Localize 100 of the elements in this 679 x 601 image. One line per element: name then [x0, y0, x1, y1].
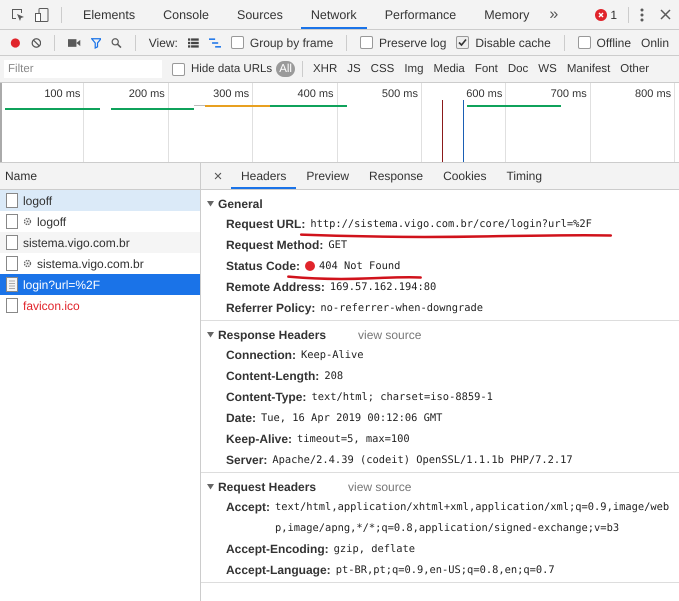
timeline-tick-label: 800 ms: [635, 88, 672, 100]
panel-tab[interactable]: Sources: [226, 0, 293, 29]
type-filter-button[interactable]: XHR: [310, 61, 340, 77]
filter-icon[interactable]: [90, 36, 102, 50]
details-tab[interactable]: Timing: [496, 163, 552, 189]
header-name: Referrer Policy:: [226, 300, 316, 317]
header-name: Content-Type:: [226, 389, 306, 406]
header-value: Keep-Alive: [301, 348, 364, 363]
details-tab[interactable]: Preview: [296, 163, 360, 189]
waterfall-view-icon[interactable]: [208, 36, 221, 48]
header-value: GET: [328, 238, 348, 253]
checkbox-label: Preserve log: [379, 36, 446, 50]
request-row[interactable]: sistema.vigo.com.br: [0, 232, 200, 253]
type-filter-button[interactable]: Media: [430, 61, 468, 77]
type-filter-button[interactable]: Manifest: [564, 61, 614, 77]
type-filter-button[interactable]: Img: [401, 61, 426, 77]
type-filter-button[interactable]: Other: [617, 61, 652, 77]
name-column-header[interactable]: Name: [0, 163, 200, 190]
header-name: Date:: [226, 410, 256, 427]
document-icon: [6, 235, 18, 250]
status-dot-icon: [305, 261, 316, 271]
type-filter-button[interactable]: WS: [535, 61, 560, 77]
section-title[interactable]: Request Headers: [218, 480, 316, 494]
timeline-tick-label: 400 ms: [297, 88, 334, 100]
header-name: Remote Address:: [226, 279, 325, 296]
checkbox[interactable]: [578, 36, 591, 49]
expand-triangle-icon[interactable]: [207, 331, 214, 338]
header-name: Request URL:: [226, 216, 306, 233]
header-name: Request Method:: [226, 237, 324, 254]
record-icon[interactable]: [10, 36, 21, 50]
header-value: no-referrer-when-downgrade: [320, 301, 484, 316]
details-tab[interactable]: Cookies: [433, 163, 496, 189]
checkbox[interactable]: [230, 36, 244, 49]
header-value: gzip, deflate: [334, 542, 415, 557]
request-row[interactable]: login?url=%2F: [0, 274, 200, 295]
view-source-link[interactable]: view source: [348, 480, 412, 494]
timeline-tick-label: 700 ms: [550, 88, 587, 100]
request-name: sistema.vigo.com.br: [37, 256, 144, 270]
expand-triangle-icon[interactable]: [207, 483, 214, 490]
header-name: Content-Length:: [226, 368, 320, 385]
request-name: login?url=%2F: [23, 278, 100, 292]
checkbox-label: Group by frame: [250, 36, 334, 50]
close-details-button[interactable]: ×: [209, 168, 227, 184]
expand-triangle-icon[interactable]: [207, 200, 214, 207]
request-name: favicon.ico: [23, 298, 80, 312]
view-label: View:: [148, 36, 178, 50]
section-title[interactable]: General: [218, 196, 263, 210]
checkbox-label: Offline: [596, 36, 631, 50]
header-value: 169.57.162.194:80: [330, 280, 436, 295]
close-icon[interactable]: [660, 9, 671, 20]
timeline-tick-label: 500 ms: [382, 88, 418, 100]
throttling-dropdown[interactable]: Onlin: [641, 36, 670, 50]
checkbox[interactable]: [172, 62, 185, 76]
timeline-tick-label: 300 ms: [213, 88, 250, 100]
type-filter-button[interactable]: Doc: [504, 61, 532, 77]
document-icon: [6, 214, 18, 229]
more-tabs-button[interactable]: »: [547, 6, 560, 24]
view-source-link[interactable]: view source: [358, 328, 422, 342]
section-title[interactable]: Response Headers: [218, 328, 326, 342]
more-options-icon[interactable]: [640, 8, 644, 22]
details-tab[interactable]: Headers: [231, 163, 296, 189]
header-value: http://sistema.vigo.com.br/core/login?url=%2F: [310, 218, 592, 231]
header-value: Apache/2.4.39 (codeit) OpenSSL/1.1.1b PHP/7.2.17: [272, 453, 573, 468]
inspect-icon[interactable]: [10, 6, 26, 22]
header-name: Server:: [226, 452, 268, 469]
checkbox-label: Hide data URLs: [191, 63, 272, 75]
document-icon: [6, 277, 18, 292]
header-value: text/html; charset=iso-8859-1: [311, 390, 493, 405]
type-filter-button[interactable]: JS: [344, 61, 364, 77]
error-icon: [595, 8, 608, 20]
checkbox[interactable]: [360, 36, 374, 49]
panel-tab[interactable]: Performance: [374, 0, 466, 29]
request-name: logoff: [23, 194, 52, 208]
details-tab[interactable]: Response: [359, 163, 434, 189]
clear-icon[interactable]: [30, 36, 42, 50]
request-row[interactable]: logoff: [0, 190, 200, 211]
panel-tab[interactable]: Console: [153, 0, 219, 29]
request-name: sistema.vigo.com.br: [23, 236, 130, 250]
type-filter-button[interactable]: Font: [472, 61, 501, 77]
list-view-icon[interactable]: [188, 36, 199, 48]
header-value: 404 Not Found: [319, 260, 400, 273]
document-icon: [6, 193, 18, 208]
header-name: Accept:: [226, 499, 270, 516]
search-icon[interactable]: [111, 36, 122, 50]
request-name: logoff: [37, 214, 66, 228]
camera-icon[interactable]: [68, 38, 80, 48]
document-icon: [6, 256, 18, 271]
header-name: Connection:: [226, 347, 296, 364]
checkbox[interactable]: [456, 36, 470, 49]
device-icon[interactable]: [34, 6, 50, 22]
panel-tab[interactable]: Network: [300, 0, 367, 29]
timeline-tick-label: 600 ms: [466, 88, 502, 100]
filter-field[interactable]: Filter: [4, 60, 162, 78]
document-icon: [6, 298, 18, 313]
header-value: timeout=5, max=100: [297, 432, 410, 447]
checkbox-label: Disable cache: [475, 36, 551, 50]
panel-tab[interactable]: Memory: [474, 0, 540, 29]
panel-tab[interactable]: Elements: [73, 0, 146, 29]
error-count: 1: [610, 8, 617, 22]
type-filter-button[interactable]: CSS: [368, 61, 398, 77]
